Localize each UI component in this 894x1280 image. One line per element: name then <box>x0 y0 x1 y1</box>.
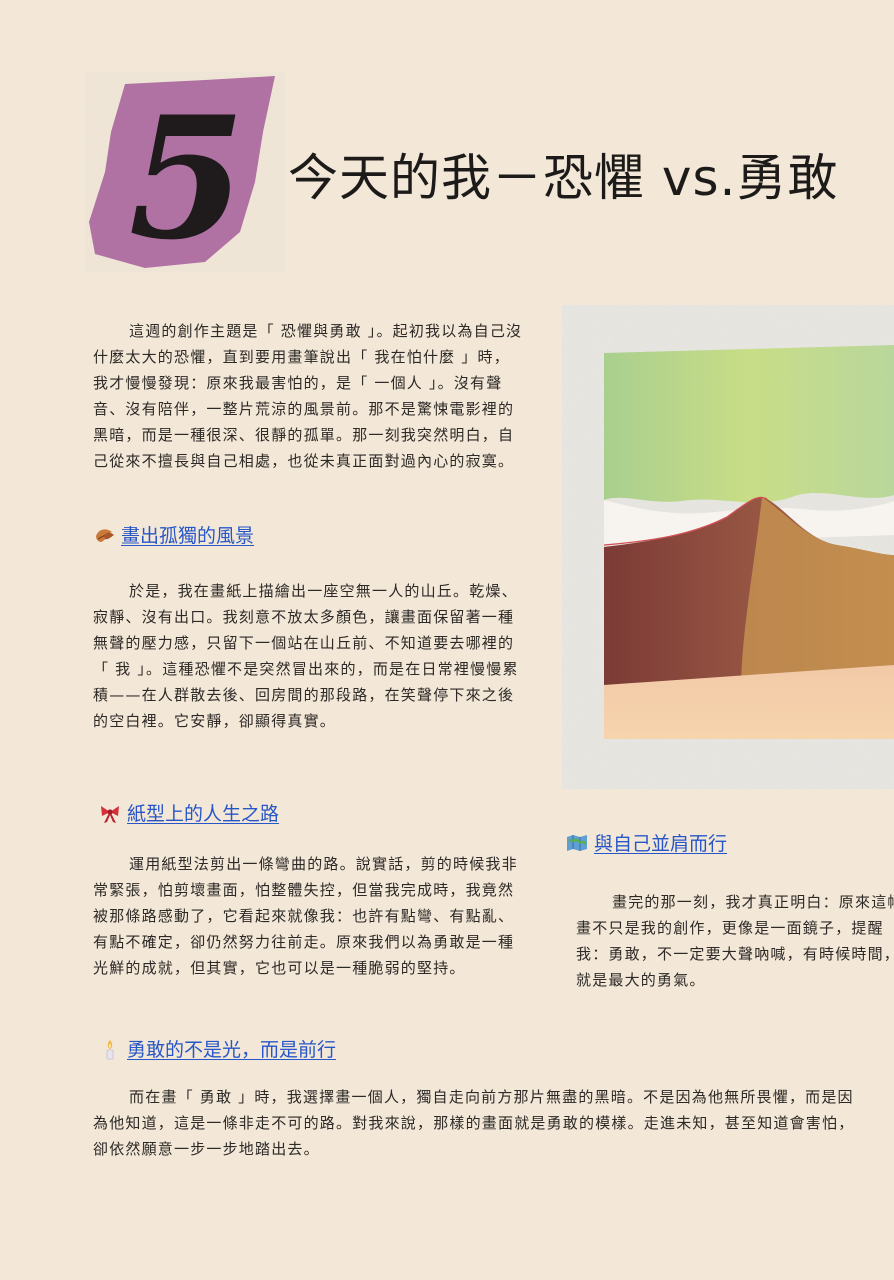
section-heading-link[interactable]: 紙型上的人生之路 <box>127 799 279 826</box>
section-heading-walk-with-self[interactable]: 與自己並肩而行 <box>566 829 727 856</box>
ribbon-icon <box>101 805 119 823</box>
section-heading-link[interactable]: 與自己並肩而行 <box>594 829 727 856</box>
section-heading-lonely-landscape[interactable]: 畫出孤獨的風景 <box>93 521 254 548</box>
section-heading-link[interactable]: 勇敢的不是光，而是前行 <box>127 1035 336 1062</box>
section-body-lonely-landscape: 於是，我在畫紙上描繪出一座空無一人的山丘。乾燥、寂靜、沒有出口。我刻意不放太多顏… <box>93 582 519 730</box>
candle-icon <box>106 1039 114 1059</box>
section-body-walk-with-self: 畫完的那一刻，我才真正明白：原來這幅畫不只是我的創作，更像是一面鏡子，提醒我：勇… <box>576 893 894 989</box>
leaf-icon <box>96 528 114 542</box>
section-heading-courage-forward[interactable]: 勇敢的不是光，而是前行 <box>99 1035 336 1062</box>
page-title: 今天的我－恐懼 vs.勇敢 <box>288 149 839 207</box>
section-heading-paper-path[interactable]: 紙型上的人生之路 <box>99 799 279 826</box>
map-icon <box>567 834 587 851</box>
section-body-courage-forward: 而在畫「 勇敢 」時，我選擇畫一個人，獨自走向前方那片無盡的黑暗。不是因為他無所… <box>93 1088 855 1158</box>
chapter-number: 5 <box>129 79 246 272</box>
section-body-paper-path: 運用紙型法剪出一條彎曲的路。說實話，剪的時候我非常緊張，怕剪壞畫面，怕整體失控，… <box>93 855 518 977</box>
chapter-number-badge: 5 <box>89 76 275 272</box>
section-heading-link[interactable]: 畫出孤獨的風景 <box>121 521 254 548</box>
pastel-artwork-image <box>562 305 894 789</box>
intro-paragraph: 這週的創作主題是「 恐懼與勇敢 」。起初我以為自己沒什麼太大的恐懼，直到要用畫筆… <box>93 322 523 470</box>
